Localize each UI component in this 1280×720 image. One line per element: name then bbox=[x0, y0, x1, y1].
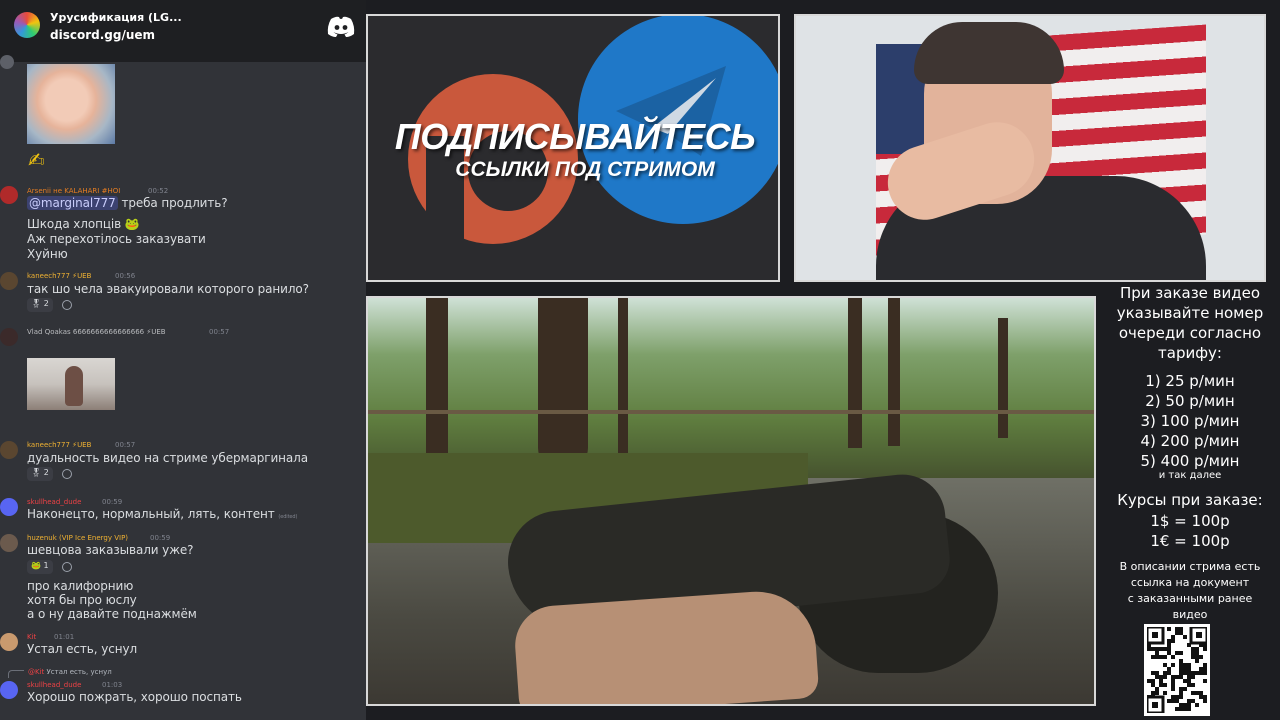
promo-subtitle: ССЫЛКИ ПОД СТРИМОМ bbox=[455, 158, 715, 181]
avatar[interactable] bbox=[0, 272, 18, 290]
qr-code[interactable] bbox=[1144, 624, 1210, 716]
tariff-item: 3) 100 р/мин bbox=[1140, 412, 1240, 430]
message-text: @marginal777 треба продлить? bbox=[27, 196, 228, 210]
message-timestamp: 00:57 bbox=[115, 441, 136, 449]
description-line: ссылка на документ bbox=[1130, 576, 1250, 589]
discord-logo-icon bbox=[327, 16, 355, 37]
message-text: Аж перехотілось заказувати bbox=[27, 232, 206, 246]
rates-title: Курсы при заказе: bbox=[1117, 491, 1263, 509]
message-timestamp: 00:59 bbox=[102, 498, 123, 506]
server-name[interactable]: Урусификация (LG... bbox=[50, 11, 182, 24]
info-intro: указывайте номер bbox=[1116, 304, 1264, 322]
reply-preview[interactable]: @Kit Устал есть, уснул bbox=[28, 668, 112, 676]
message-timestamp: 01:03 bbox=[102, 681, 123, 689]
tree-trunk bbox=[618, 298, 628, 458]
add-reaction-icon[interactable] bbox=[62, 300, 72, 310]
tariff-item: 2) 50 р/мин bbox=[1145, 392, 1235, 410]
info-intro: тарифу: bbox=[1158, 344, 1222, 362]
message-text: Шкода хлопців 🐸 bbox=[27, 217, 140, 231]
alligator-jaw bbox=[512, 587, 820, 704]
message-author[interactable]: kaneech777 ⚡UEB bbox=[27, 441, 91, 449]
tariff-etc: и так далее bbox=[1158, 470, 1222, 481]
message-text: Наконецто, нормальный, лять, контент (ed… bbox=[27, 507, 298, 521]
avatar[interactable] bbox=[0, 633, 18, 651]
streamer-hair bbox=[914, 22, 1064, 84]
tariff-item: 5) 400 р/мин bbox=[1140, 452, 1240, 470]
description-line: видео bbox=[1172, 608, 1208, 621]
message-timestamp: 00:59 bbox=[150, 534, 171, 542]
message-author[interactable]: Vlad Qoakas 6666666666666666 ⚡UEB bbox=[27, 328, 166, 336]
avatar[interactable] bbox=[0, 441, 18, 459]
message-text: Устал есть, уснул bbox=[27, 642, 138, 656]
avatar[interactable] bbox=[0, 186, 18, 204]
avatar[interactable] bbox=[0, 328, 18, 346]
tree-trunk bbox=[888, 298, 900, 446]
info-intro: При заказе видео bbox=[1119, 284, 1261, 302]
tree-trunk bbox=[848, 298, 862, 448]
writing-hand-emoji: ✍ bbox=[28, 148, 45, 172]
woman-photo[interactable] bbox=[27, 358, 115, 410]
message-text: хотя бы про юслу bbox=[27, 593, 137, 607]
message-author[interactable]: Arsenii не KALAHARI #HOI bbox=[27, 187, 120, 195]
rate-item: 1$ = 100р bbox=[1150, 512, 1230, 530]
reaction[interactable]: 🎖 2 bbox=[27, 298, 53, 312]
qr-code-icon bbox=[1147, 627, 1207, 713]
info-intro: очереди согласно bbox=[1118, 324, 1262, 342]
server-icon[interactable] bbox=[14, 12, 40, 38]
tree-trunk bbox=[538, 298, 588, 468]
message-text: так шо чела эвакуировали которого ранило… bbox=[27, 282, 309, 296]
message-text: а о ну давайте поднажмём bbox=[27, 607, 197, 621]
reaction[interactable]: 🐸 1 bbox=[27, 560, 53, 574]
avatar[interactable] bbox=[0, 534, 18, 552]
message-timestamp: 00:57 bbox=[209, 328, 230, 336]
add-reaction-icon[interactable] bbox=[62, 562, 72, 572]
baby-photo[interactable] bbox=[27, 64, 115, 144]
fence-rail bbox=[368, 410, 1094, 414]
avatar[interactable] bbox=[0, 55, 14, 69]
discord-chat-panel: Урусификация (LG... discord.gg/uem ✍ Ars… bbox=[0, 0, 366, 720]
reply-spine bbox=[8, 670, 24, 678]
message-author[interactable]: kaneech777 ⚡UEB bbox=[27, 272, 91, 280]
message-author[interactable]: skullhead_dude bbox=[27, 681, 81, 689]
message-author[interactable]: huzenuk (VIP Ice Energy VIP) bbox=[27, 534, 128, 542]
message-text: шевцова заказывали уже? bbox=[27, 543, 194, 557]
message-text: дуальность видео на стриме убермаргинала bbox=[27, 451, 308, 465]
user-mention[interactable]: @marginal777 bbox=[27, 196, 118, 210]
message-timestamp: 00:52 bbox=[148, 187, 169, 195]
promo-title: ПОДПИСЫВАЙТЕСЬ bbox=[394, 116, 756, 157]
chat-header: Урусификация (LG... discord.gg/uem bbox=[0, 0, 366, 62]
message-text: про калифорнию bbox=[27, 579, 134, 593]
order-info-panel: При заказе видео указывайте номер очеред… bbox=[1100, 282, 1280, 720]
edited-label: (edited) bbox=[278, 514, 298, 520]
description-line: В описании стрима есть bbox=[1119, 560, 1261, 573]
tariff-item: 4) 200 р/мин bbox=[1140, 432, 1240, 450]
message-author[interactable]: Kit bbox=[27, 633, 36, 641]
alligator-video bbox=[366, 296, 1096, 706]
message-text: Хорошо пожрать, хорошо поспать bbox=[27, 690, 242, 704]
add-reaction-icon[interactable] bbox=[62, 469, 72, 479]
subscribe-promo-panel: ПОДПИСЫВАЙТЕСЬ ССЫЛКИ ПОД СТРИМОМ bbox=[366, 14, 780, 282]
message-line: треба продлить? bbox=[121, 196, 228, 210]
rate-item: 1€ = 100р bbox=[1150, 532, 1230, 550]
tariff-item: 1) 25 р/мин bbox=[1145, 372, 1235, 390]
webcam-feed bbox=[794, 14, 1266, 282]
message-timestamp: 00:56 bbox=[115, 272, 136, 280]
avatar[interactable] bbox=[0, 498, 18, 516]
message-author[interactable]: skullhead_dude bbox=[27, 498, 81, 506]
tree-trunk bbox=[998, 318, 1008, 438]
message-text: Хуйню bbox=[27, 247, 68, 261]
message-timestamp: 01:01 bbox=[54, 633, 75, 641]
reaction[interactable]: 🎖 2 bbox=[27, 467, 53, 481]
description-line: с заказанными ранее bbox=[1127, 592, 1253, 605]
avatar[interactable] bbox=[0, 681, 18, 699]
server-invite-link[interactable]: discord.gg/uem bbox=[50, 28, 155, 42]
